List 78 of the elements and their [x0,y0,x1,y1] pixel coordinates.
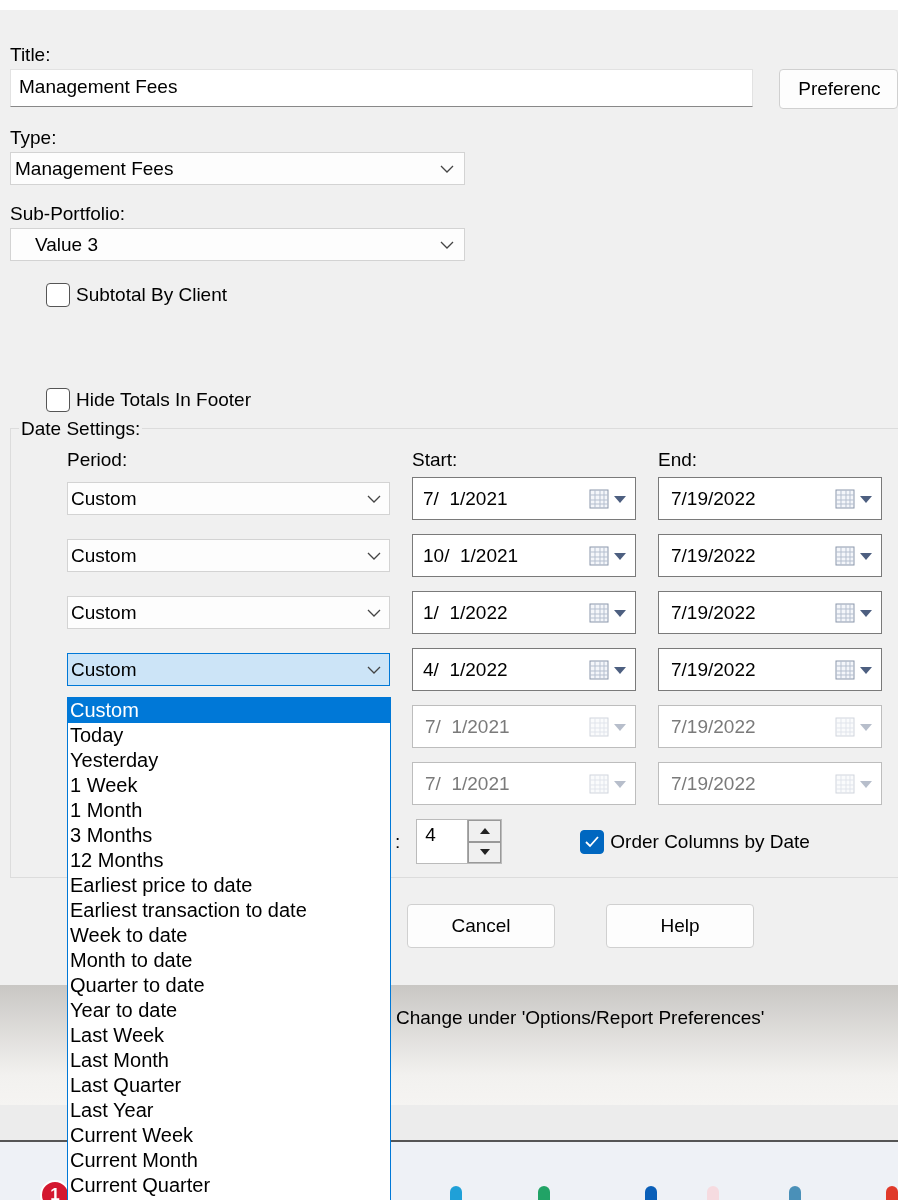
calendar-dropdown-icon[interactable] [589,658,629,681]
number-spinner[interactable]: 4 [416,819,503,864]
notification-badge: 1 [40,1180,70,1200]
checkbox-label: Subtotal By Client [76,284,228,306]
dropdown-option[interactable]: Today [68,723,390,748]
period-dropdown[interactable]: Custom [67,482,390,515]
period-dropdown[interactable]: Custom [67,596,390,629]
checkbox[interactable] [46,388,70,412]
dropdown-option[interactable]: 12 Months [68,848,390,873]
dropdown-option[interactable]: Yesterday [68,748,390,773]
column-header: End: [658,449,699,471]
calendar-dropdown-icon[interactable] [835,658,875,681]
dropdown-option[interactable]: Last Month [68,1048,390,1073]
dropdown-option[interactable]: Month to date [68,948,390,973]
sub-portfolio-dropdown[interactable]: Value 3 [10,228,465,261]
calendar-dropdown-icon[interactable] [835,487,875,510]
dropdown-option[interactable]: Current Quarter [68,1173,390,1198]
calendar-dropdown-icon[interactable] [835,544,875,567]
start-date-field[interactable]: 7/ 1/2021 [412,477,636,520]
period-dropdown[interactable]: Custom [67,653,390,686]
column-header: Start: [412,449,459,471]
dropdown-option[interactable]: 1 Week [68,773,390,798]
dropdown-option[interactable]: Quarter to date [68,973,390,998]
field-label: Type: [10,127,58,149]
end-date-field[interactable]: 7/19/2022 [658,591,882,634]
period-dropdown[interactable]: Custom [67,539,390,572]
cancel-button[interactable]: Cancel [407,904,555,948]
dropdown-option[interactable]: Last Year [68,1098,390,1123]
chevron-down-icon [440,164,454,173]
dropdown-option[interactable]: Current Month [68,1148,390,1173]
calendar-dropdown-icon[interactable] [589,601,629,624]
preferences-button[interactable]: Preferenc [779,69,898,109]
checkbox-label: Hide Totals In Footer [76,389,251,411]
chevron-down-icon [440,240,454,249]
field-label: Sub-Portfolio: [10,203,127,225]
dropdown-option[interactable]: 1 Month [68,798,390,823]
triangle-up-icon [479,827,490,834]
dropdown-option[interactable]: Earliest price to date [68,873,390,898]
dropdown-option[interactable]: Current Week [68,1123,390,1148]
checkbox[interactable] [580,829,605,854]
triangle-down-icon [479,849,490,856]
calendar-dropdown-icon[interactable] [589,487,629,510]
taskbar-app-icon[interactable] [538,1186,550,1200]
status-message: Change under 'Options/Report Preferences' [396,1007,765,1028]
spin-up-button[interactable] [468,820,502,842]
dropdown-option[interactable]: Custom [68,698,390,723]
checkmark-icon [584,834,601,849]
dropdown-option[interactable]: Last Quarter [68,1073,390,1098]
start-date-field[interactable]: 10/ 1/2021 [412,534,636,577]
start-date-field[interactable]: 1/ 1/2022 [412,591,636,634]
calendar-dropdown-icon[interactable] [835,601,875,624]
taskbar-app-icon[interactable] [645,1186,657,1200]
end-date-field[interactable]: 7/19/2022 [658,477,882,520]
spin-down-button[interactable] [468,841,502,863]
chevron-down-icon [367,665,381,674]
taskbar-app-icon[interactable] [789,1186,801,1200]
checkbox-label: Order Columns by Date [610,830,810,853]
chevron-down-icon [367,494,381,503]
chevron-down-icon [367,551,381,560]
type-dropdown[interactable]: Management Fees [10,152,465,185]
dropdown-option[interactable]: 3 Months [68,823,390,848]
title-input[interactable]: Management Fees [10,69,754,107]
taskbar-app-icon[interactable] [450,1186,462,1200]
field-label: Title: [10,44,52,66]
dropdown-option[interactable]: Earliest transaction to date [68,898,390,923]
dropdown-option[interactable]: Last Week [68,1023,390,1048]
column-header: Period: [67,449,129,471]
start-date-field[interactable]: 4/ 1/2022 [412,648,636,691]
field-label: : [395,830,401,853]
chevron-down-icon [367,608,381,617]
help-button[interactable]: Help [606,904,754,948]
end-date-field[interactable]: 7/19/2022 [658,534,882,577]
calendar-dropdown-icon[interactable] [589,544,629,567]
dropdown-option[interactable]: Week to date [68,923,390,948]
taskbar-app-icon[interactable] [886,1186,898,1200]
end-date-field[interactable]: 7/19/2022 [658,648,882,691]
checkbox[interactable] [46,283,70,307]
dropdown-option[interactable]: Year to date [68,998,390,1023]
